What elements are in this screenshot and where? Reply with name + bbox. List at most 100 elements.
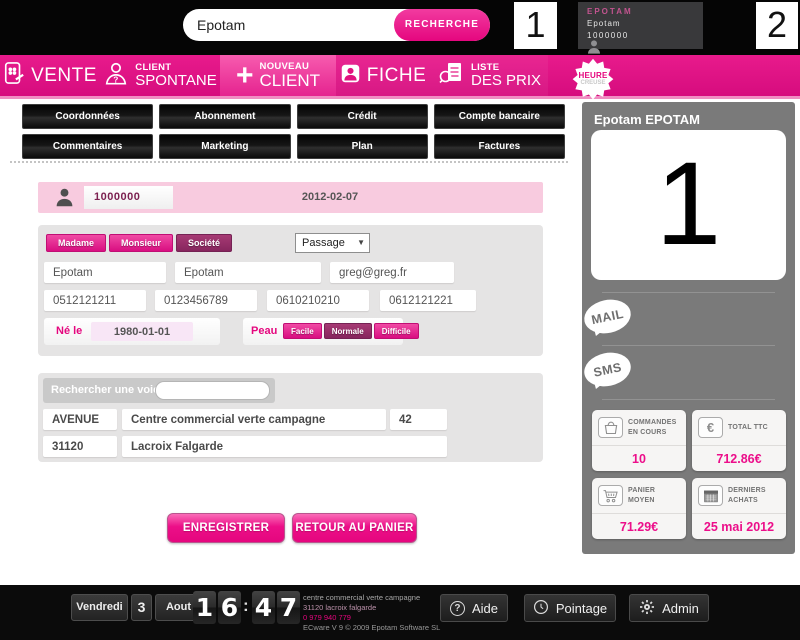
divider — [602, 399, 775, 400]
search-input[interactable] — [197, 9, 382, 41]
tab-compte-bancaire[interactable]: Compte bancaire — [434, 104, 565, 129]
slot-number-card: 1 — [591, 130, 786, 280]
help-button[interactable]: ? Aide — [440, 594, 508, 622]
nav-label-spontane: SPONTANE — [135, 73, 216, 89]
skin-normale-button[interactable]: Normale — [324, 323, 372, 339]
footer-day-button[interactable]: Vendredi — [71, 594, 128, 621]
search-button[interactable]: RECHERCHE — [394, 9, 490, 41]
phone-field-4[interactable] — [380, 290, 476, 311]
nav-label-vente: VENTE — [31, 65, 97, 87]
sms-bubble-label: SMS — [592, 360, 623, 380]
stat-label: TOTAL TTC — [728, 423, 768, 432]
nav-item-client-spontane[interactable]: ? CLIENT SPONTANE — [100, 55, 220, 96]
divider — [10, 161, 568, 163]
nav-label-fiche: FICHE — [367, 65, 427, 87]
client-number-field[interactable]: 1000000 — [84, 186, 173, 209]
client-creation-date: 2012-02-07 — [200, 182, 460, 213]
street-search-bar: Rechercher une voie — [43, 378, 275, 403]
email-field[interactable] — [330, 262, 454, 283]
stat-label: COMMANDES EN COURS — [628, 418, 683, 436]
tab-plan[interactable]: Plan — [297, 134, 428, 159]
street-type-field[interactable] — [43, 409, 117, 430]
nav-label-des-prix: DES PRIX — [471, 73, 541, 89]
nav-item-liste-des-prix[interactable]: LISTE DES PRIX — [430, 55, 548, 96]
clock-digit: 7 — [277, 591, 300, 624]
time-clock-button[interactable]: Pointage — [524, 594, 616, 622]
phone-field-3[interactable] — [267, 290, 369, 311]
footer-day-number[interactable]: 3 — [131, 594, 152, 621]
pos-terminal-icon — [3, 60, 25, 91]
tab-commentaires[interactable]: Commentaires — [22, 134, 153, 159]
divider — [602, 345, 775, 346]
stat-value: 712.86€ — [692, 445, 786, 471]
help-button-label: Aide — [472, 601, 498, 616]
postal-code-field[interactable] — [43, 436, 117, 457]
client-type-value: Passage — [302, 237, 345, 249]
nav-item-vente[interactable]: VENTE — [0, 55, 100, 96]
euro-icon: € — [698, 417, 723, 438]
street-number-field[interactable] — [390, 409, 447, 430]
skin-label: Peau — [251, 318, 277, 345]
person-icon — [586, 39, 602, 55]
calendar-icon — [698, 485, 723, 506]
civility-monsieur-button[interactable]: Monsieur — [109, 234, 173, 252]
stat-value: 71.29€ — [592, 513, 686, 539]
nav-item-fiche[interactable]: FICHE — [336, 55, 430, 96]
street-search-input[interactable] — [155, 381, 270, 400]
search-pill: RECHERCHE — [183, 9, 490, 41]
stat-total-ttc: € TOTAL TTC 712.86€ — [692, 410, 786, 471]
client-type-select[interactable]: Passage ▼ — [295, 233, 370, 253]
chip-brand: EPOTAM — [587, 7, 703, 16]
street-name-field[interactable] — [122, 409, 386, 430]
mail-button[interactable]: MAIL — [581, 295, 634, 337]
client-tabs: Coordonnées Abonnement Crédit Compte ban… — [22, 104, 565, 159]
civility-societe-button[interactable]: Société — [176, 234, 232, 252]
anonymous-client-icon: ? — [103, 61, 129, 91]
city-field[interactable] — [122, 436, 447, 457]
admin-button[interactable]: Admin — [629, 594, 709, 622]
chevron-down-icon: ▼ — [357, 234, 365, 252]
stat-value: 25 mai 2012 — [692, 513, 786, 539]
skin-difficile-button[interactable]: Difficile — [374, 323, 419, 339]
stat-commandes-en-cours: COMMANDES EN COURS 10 — [592, 410, 686, 471]
active-client-chip[interactable]: EPOTAM Epotam 1000000 — [578, 2, 703, 49]
top-bar: RECHERCHE 1 EPOTAM Epotam 1000000 2 — [0, 0, 800, 55]
tab-marketing[interactable]: Marketing — [159, 134, 290, 159]
nav-item-nouveau-client[interactable]: + NOUVEAU CLIENT — [220, 55, 336, 96]
skin-facile-button[interactable]: Facile — [283, 323, 322, 339]
app-window: RECHERCHE 1 EPOTAM Epotam 1000000 2 VENT… — [0, 0, 800, 640]
gear-icon — [639, 599, 655, 618]
chip-client-number: 1000000 — [587, 31, 703, 40]
tab-credit[interactable]: Crédit — [297, 104, 428, 129]
save-button[interactable]: ENREGISTRER — [167, 513, 285, 543]
time-clock-button-label: Pointage — [556, 601, 607, 616]
phone-field-1[interactable] — [44, 290, 146, 311]
person-icon — [54, 187, 75, 208]
main-nav: VENTE ? CLIENT SPONTANE + NOUVEAU CLIENT… — [0, 55, 800, 99]
content-area: Coordonnées Abonnement Crédit Compte ban… — [0, 99, 800, 585]
tab-coordonnees[interactable]: Coordonnées — [22, 104, 153, 129]
tab-abonnement[interactable]: Abonnement — [159, 104, 290, 129]
clock-digit: 6 — [218, 591, 241, 624]
skin-panel: Peau Facile Normale Difficile — [243, 318, 403, 345]
clock-digit: 1 — [193, 591, 216, 624]
session-slot-2[interactable]: 2 — [756, 2, 798, 49]
session-slot-1[interactable]: 1 — [514, 2, 557, 49]
store-address-line1: centre commercial verte campagne — [303, 593, 440, 603]
back-to-cart-button[interactable]: RETOUR AU PANIER — [292, 513, 417, 543]
first-name-field[interactable] — [175, 262, 321, 283]
birthdate-field[interactable] — [91, 322, 193, 341]
tab-factures[interactable]: Factures — [434, 134, 565, 159]
identity-form: Madame Monsieur Société Passage ▼ Né le … — [38, 225, 543, 356]
sms-button[interactable]: SMS — [581, 348, 634, 390]
store-phone: 0 979 940 779 — [303, 613, 440, 623]
phone-field-2[interactable] — [155, 290, 257, 311]
clock-colon: : — [243, 596, 249, 616]
civility-madame-button[interactable]: Madame — [46, 234, 106, 252]
store-address-line2: 31120 lacroix falgarde — [303, 603, 440, 613]
last-name-field[interactable] — [44, 262, 166, 283]
plus-icon: + — [236, 63, 254, 89]
client-card-icon — [340, 63, 361, 89]
client-summary-sidebar: Epotam EPOTAM 1 MAIL SMS COMMAND — [582, 102, 795, 554]
clock-icon — [533, 599, 549, 618]
